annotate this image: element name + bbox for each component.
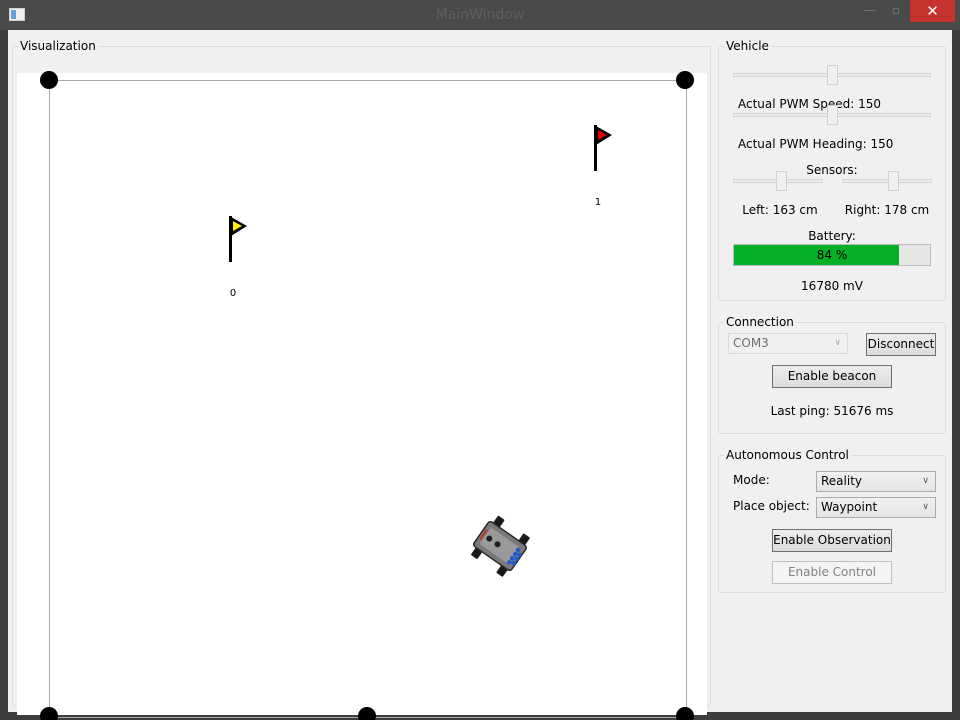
window-client-area: Visualization 0 1 Vehicle Actual PWM Spe…: [8, 30, 952, 720]
waypoint-flag-icon[interactable]: [227, 214, 267, 284]
last-ping-text: Last ping: 51676 ms: [770, 404, 894, 418]
window-title: MainWindow: [435, 7, 525, 23]
chevron-down-icon: ∨: [922, 476, 929, 486]
place-object-label: Place object:: [733, 499, 810, 513]
port-combobox[interactable]: COM3 ∨: [728, 333, 848, 354]
vehicle-icon[interactable]: [467, 513, 533, 579]
mode-label: Mode:: [733, 473, 770, 487]
left-sensor-slider[interactable]: [733, 171, 823, 191]
close-button[interactable]: ✕: [910, 0, 955, 22]
slider-thumb[interactable]: [776, 171, 787, 191]
boundary-point-bottom-middle[interactable]: [358, 707, 376, 720]
battery-progress-bar: 84 %: [733, 244, 931, 266]
waypoint-label: 1: [594, 197, 602, 208]
slider-track: [842, 179, 932, 183]
vehicle-group: Vehicle Actual PWM Speed: 150 Actual PWM…: [718, 39, 946, 301]
autonomous-control-legend: Autonomous Control: [726, 448, 849, 462]
slider-thumb[interactable]: [888, 171, 899, 191]
battery-percent-text: 84 %: [816, 248, 848, 262]
boundary-corner-top-left[interactable]: [40, 71, 58, 89]
boundary-corner-top-right[interactable]: [676, 71, 694, 89]
connection-group: Connection COM3 ∨ Disconnect Enable beac…: [718, 315, 946, 434]
boundary-corner-bottom-left[interactable]: [40, 707, 58, 720]
battery-label: Battery:: [808, 229, 856, 243]
enable-observation-button[interactable]: Enable Observation: [772, 529, 892, 552]
visualization-canvas[interactable]: 0 1: [17, 71, 707, 720]
pwm-heading-label: Actual PWM Heading: 150: [738, 137, 894, 151]
place-object-combobox-value: Waypoint: [821, 500, 878, 514]
autonomous-control-group: Autonomous Control Mode: Reality ∨ Place…: [718, 448, 946, 593]
slider-thumb[interactable]: [826, 65, 838, 85]
mode-combobox[interactable]: Reality ∨: [816, 471, 936, 492]
port-combobox-value: COM3: [733, 336, 769, 350]
visualization-group: Visualization 0 1: [12, 39, 711, 720]
waypoint-flag-icon[interactable]: [592, 123, 632, 193]
chevron-down-icon: ∨: [922, 502, 929, 512]
pwm-heading-slider[interactable]: [733, 105, 931, 125]
disconnect-button[interactable]: Disconnect: [866, 333, 936, 356]
minimize-button[interactable]: —: [857, 0, 883, 22]
slider-thumb[interactable]: [826, 105, 838, 125]
right-sensor-value: Right: 178 cm: [844, 203, 930, 217]
mode-combobox-value: Reality: [821, 474, 863, 488]
chevron-down-icon: ∨: [834, 338, 841, 348]
visualization-legend: Visualization: [20, 39, 96, 53]
place-object-combobox[interactable]: Waypoint ∨: [816, 497, 936, 518]
enable-control-button: Enable Control: [772, 561, 892, 584]
connection-legend: Connection: [726, 315, 794, 329]
right-sensor-slider[interactable]: [842, 171, 932, 191]
maximize-button[interactable]: ▫: [883, 0, 909, 22]
enable-beacon-button[interactable]: Enable beacon: [772, 365, 892, 388]
title-bar: MainWindow — ▫ ✕: [0, 0, 960, 30]
battery-voltage: 16780 mV: [801, 279, 863, 293]
vehicle-legend: Vehicle: [726, 39, 769, 53]
waypoint-label: 0: [229, 288, 237, 299]
pwm-speed-slider[interactable]: [733, 65, 931, 85]
boundary-corner-bottom-right[interactable]: [676, 707, 694, 720]
left-sensor-value: Left: 163 cm: [742, 203, 818, 217]
